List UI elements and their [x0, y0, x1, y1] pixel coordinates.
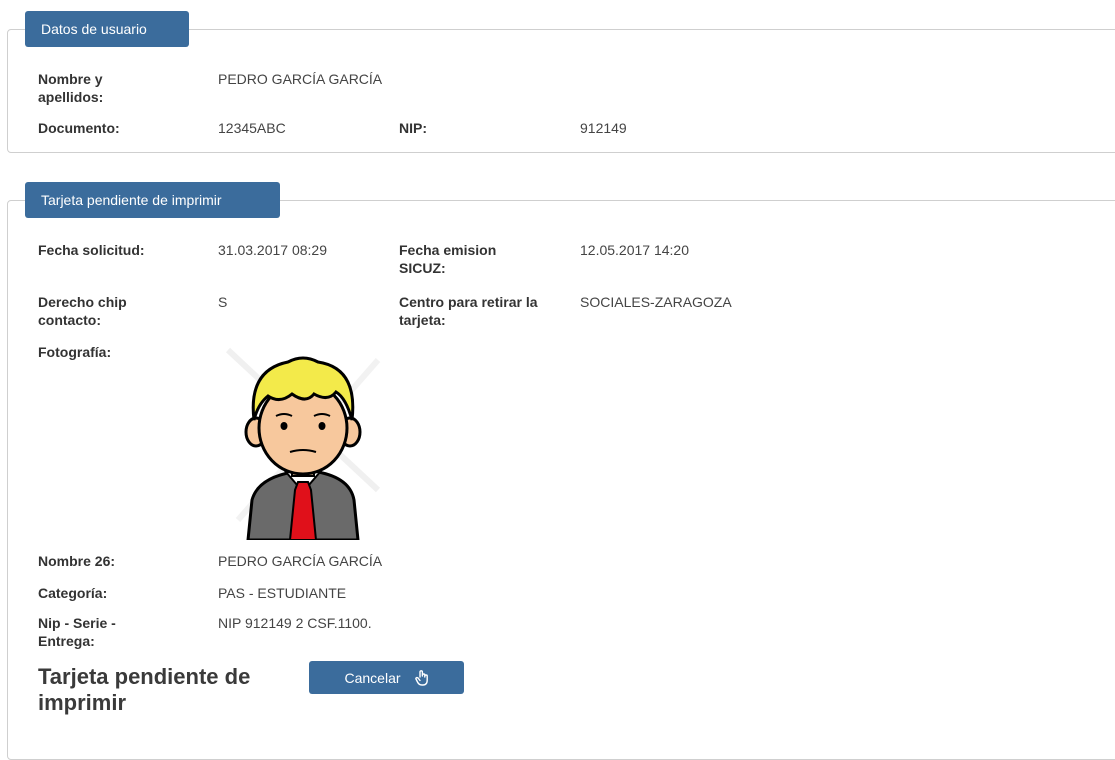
cancel-button-label: Cancelar: [344, 669, 401, 686]
card-legend-text: Tarjeta pendiente de imprimir: [41, 192, 222, 208]
request-date-label: Fecha solicitud:: [38, 242, 145, 258]
document-value: 12345ABC: [218, 120, 286, 136]
user-data-legend-text: Datos de usuario: [41, 21, 147, 37]
emission-date-value: 12.05.2017 14:20: [580, 242, 689, 258]
hand-pointer-icon: [414, 669, 428, 686]
chip-value: S: [218, 294, 228, 310]
nip-series-value: NIP 912149 2 CSF.1100.: [218, 615, 372, 631]
photo-label: Fotografía:: [38, 344, 112, 360]
name-label: Nombre y apellidos:: [38, 71, 104, 105]
emission-date-label: Fecha emision SICUZ:: [399, 242, 497, 276]
nip-label: NIP:: [399, 120, 427, 136]
category-label: Categoría:: [38, 585, 108, 601]
category-value: PAS - ESTUDIANTE: [218, 585, 347, 601]
card-legend: Tarjeta pendiente de imprimir: [25, 182, 280, 218]
cancel-button[interactable]: Cancelar: [309, 661, 464, 694]
chip-label: Derecho chip contacto:: [38, 294, 127, 328]
user-avatar-illustration: [225, 347, 381, 540]
user-data-legend: Datos de usuario: [25, 11, 189, 47]
document-label: Documento:: [38, 120, 120, 136]
nip-value: 912149: [580, 120, 627, 136]
center-value: SOCIALES-ZARAGOZA: [580, 294, 732, 310]
center-label: Centro para retirar la tarjeta:: [399, 294, 538, 328]
user-photo: [225, 347, 381, 540]
name26-value: PEDRO GARCÍA GARCÍA: [218, 553, 383, 569]
pending-status-title: Tarjeta pendiente de imprimir: [38, 664, 251, 715]
name-value: PEDRO GARCÍA GARCÍA: [218, 71, 383, 87]
request-date-value: 31.03.2017 08:29: [218, 242, 327, 258]
name26-label: Nombre 26:: [38, 553, 116, 569]
nip-series-label: Nip - Serie - Entrega:: [38, 615, 116, 649]
